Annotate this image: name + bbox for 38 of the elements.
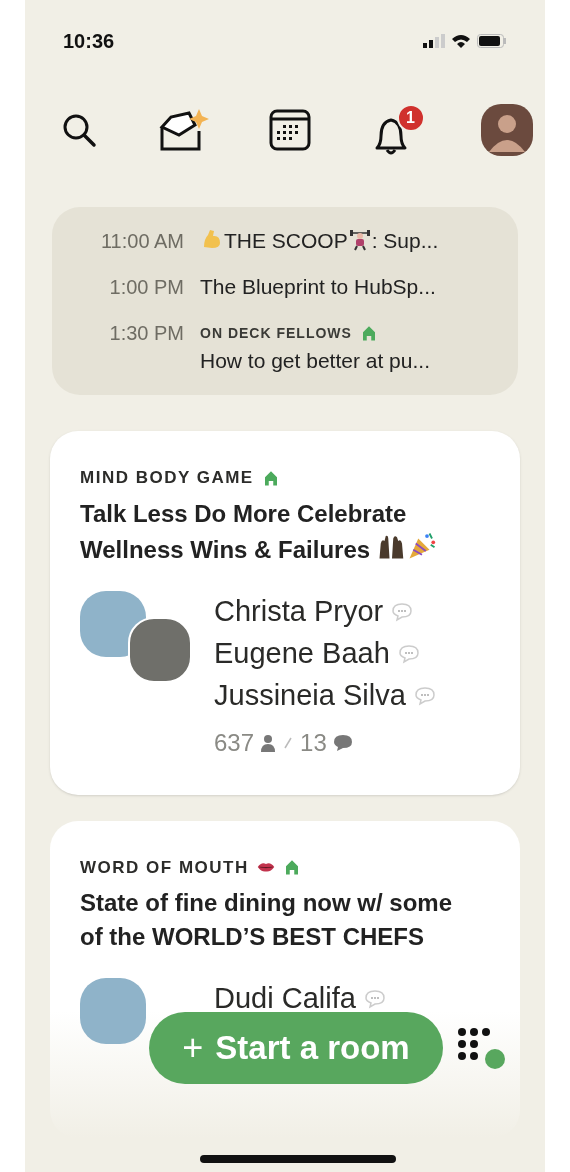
calendar-icon — [269, 109, 311, 151]
notifications-button[interactable]: 1 — [370, 104, 425, 156]
club-name[interactable]: WORD OF MOUTH — [80, 854, 249, 880]
speech-bubble-icon — [391, 601, 414, 622]
listener-count: 637 — [214, 727, 255, 758]
speaker-name: Jussineia Silva — [214, 677, 406, 713]
event-title[interactable]: THE SCOOP : Sup... — [200, 227, 439, 255]
speaker-name: Christa Pryor — [214, 593, 384, 629]
envelope-sparkle-icon — [158, 107, 209, 153]
club-name[interactable]: MIND BODY GAME — [80, 465, 254, 491]
speaker-count: 13 — [300, 727, 327, 758]
speech-bubble-icon — [363, 989, 386, 1009]
event-title[interactable]: How to get better at pu... — [200, 347, 430, 375]
event-title[interactable]: The Blueprint to HubSp... — [200, 273, 436, 301]
status-time: 10:36 — [63, 29, 115, 54]
photo-placeholder — [80, 978, 146, 1044]
battery-icon — [477, 34, 507, 48]
person-icon — [260, 733, 277, 752]
event-time: 1:00 PM — [108, 275, 184, 300]
event-time: 11:00 AM — [99, 229, 184, 254]
event-time: 1:30 PM — [108, 321, 184, 346]
weightlifter-icon — [347, 227, 372, 251]
wifi-icon — [451, 34, 471, 48]
profile-avatar[interactable] — [481, 104, 533, 156]
room-title: Talk Less Do More Celebrate Wellness Wins & Failures — [80, 496, 480, 567]
party-popper-icon — [406, 530, 437, 561]
photo-placeholder — [128, 616, 192, 683]
room-title: State of fine dining now w/ some of the WORLD’S BEST CHEFS — [80, 888, 453, 952]
search-icon — [61, 112, 97, 148]
signal-icon — [423, 34, 445, 48]
room-card[interactable]: MIND BODY GAME Talk Less Do More Celebrate Wellness Wins & Failures Christa Pryor Eugene Baah Jussineia Silva 637 13 — [50, 431, 520, 795]
notification-badge: 1 — [396, 104, 425, 132]
dots-grid-icon — [455, 1025, 507, 1071]
speech-bubble-icon — [413, 685, 436, 706]
speech-bubble-icon — [397, 643, 420, 664]
speaker-name: Eugene Baah — [214, 635, 390, 671]
chat-bubble-icon — [332, 733, 353, 752]
club-name[interactable]: ON DECK FELLOWS — [200, 319, 352, 347]
